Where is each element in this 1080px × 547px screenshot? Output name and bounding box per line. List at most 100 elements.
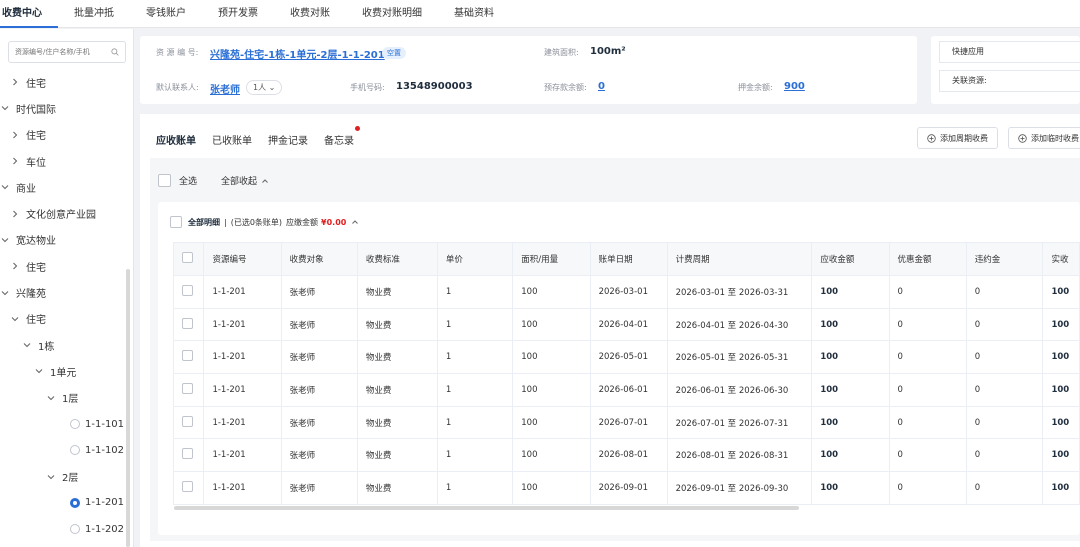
tree-item[interactable]: 2层 [0, 463, 128, 489]
table-row[interactable]: 1-1-201 张老师 物业费 1 100 2026-09-01 2026-09-01 至 … [172, 471, 1080, 505]
tree-item[interactable]: 1栋 [0, 332, 128, 358]
tree-item[interactable]: 1单元 [0, 358, 128, 384]
tree-item[interactable]: 1-1-201 [0, 490, 128, 516]
nav-tab-basic-data[interactable]: 基础资料 [438, 0, 510, 28]
column-header: 违约金 [965, 242, 1044, 276]
nav-tab-billing-center[interactable]: 收费中心 [0, 0, 58, 28]
header-checkbox[interactable] [182, 252, 193, 263]
tree-item[interactable]: 车位 [0, 148, 128, 174]
tree-item[interactable]: 兴隆苑 [0, 279, 128, 305]
radio-icon[interactable] [70, 419, 80, 429]
table-cell: 1 [436, 471, 514, 505]
deposit-link[interactable]: 900 [784, 81, 805, 92]
nav-tab-batch-offset[interactable]: 批量冲抵 [58, 0, 130, 28]
tree-item[interactable]: 商业 [0, 174, 128, 200]
tree-item[interactable]: 1-1-202 [0, 516, 128, 542]
tree-item[interactable]: 住宅 [0, 306, 128, 332]
table-cell: 100 [811, 307, 890, 342]
nav-tab-change-account[interactable]: 零钱账户 [130, 0, 202, 28]
add-temp-fee-button[interactable]: 添加临时收费 [1008, 127, 1080, 149]
collapse-all-button[interactable]: 全部收起 [221, 174, 257, 187]
chevron-down-icon[interactable] [0, 235, 10, 245]
contact-link[interactable]: 张老师 [210, 81, 240, 96]
add-periodic-fee-button[interactable]: 添加周期收费 [917, 127, 998, 149]
chevron-down-icon[interactable] [46, 393, 56, 403]
table-cell: 0 [965, 275, 1044, 309]
radio-icon[interactable] [70, 445, 80, 456]
radio-selected-icon[interactable] [70, 497, 80, 508]
tree-item[interactable]: 住宅 [0, 253, 128, 279]
table-row[interactable]: 1-1-201 张老师 物业费 1 100 2026-08-01 2026-08-01 至 … [172, 438, 1080, 473]
prepaid-link[interactable]: 0 [598, 81, 605, 92]
chevron-up-icon[interactable] [261, 177, 269, 185]
prepaid-label: 预存款余额: [544, 83, 587, 92]
chevron-right-icon[interactable] [10, 77, 20, 87]
table-horizontal-scrollbar[interactable] [174, 506, 799, 510]
chevron-down-icon[interactable] [0, 182, 10, 192]
tree-item[interactable]: 1层 [0, 385, 128, 411]
radio-icon[interactable] [70, 524, 80, 535]
row-checkbox[interactable] [182, 415, 193, 427]
row-checkbox[interactable] [182, 382, 193, 394]
table-cell: 100 [1042, 405, 1080, 440]
tree-item[interactable]: 住宅 [0, 122, 128, 148]
row-checkbox[interactable] [182, 284, 193, 296]
nav-tab-reconciliation[interactable]: 收费对账 [274, 0, 346, 28]
tab-received[interactable]: 已收账单 [212, 132, 252, 147]
table-cell: 2026-06-01 [589, 373, 668, 407]
detail-select-checkbox[interactable] [170, 216, 182, 228]
chevron-right-icon[interactable] [10, 261, 20, 271]
row-checkbox[interactable] [182, 448, 193, 460]
row-checkbox[interactable] [182, 317, 193, 329]
table-cell: 张老师 [280, 307, 358, 342]
table-row[interactable]: 1-1-201 张老师 物业费 1 100 2026-03-01 2026-03-01 至 … [172, 275, 1080, 309]
chevron-down-icon[interactable] [46, 472, 56, 482]
table-cell: 物业费 [356, 471, 438, 505]
tree-item[interactable]: 时代国际 [0, 95, 128, 121]
tree-item[interactable]: 1-1-102 [0, 437, 128, 463]
table-cell: 100 [1042, 340, 1080, 375]
table-row[interactable]: 1-1-201 张老师 物业费 1 100 2026-06-01 2026-06-01 至 … [172, 373, 1080, 407]
row-checkbox-cell [172, 471, 205, 505]
chevron-down-icon[interactable] [22, 340, 32, 350]
related-resources[interactable]: 关联资源: [939, 70, 1080, 92]
column-header: 优惠金额 [888, 242, 967, 276]
chevron-right-icon[interactable] [10, 130, 20, 140]
nav-tab-reconciliation-detail[interactable]: 收费对账明细 [346, 0, 438, 28]
tree-item[interactable]: 文化创意产业园 [0, 200, 128, 226]
table-cell: 1 [436, 307, 514, 342]
list-toolbar: 全选 全部收起 [158, 174, 269, 187]
tree-item-label: 1单元 [50, 367, 77, 379]
chevron-down-icon[interactable] [10, 314, 20, 324]
resource-link[interactable]: 兴隆苑-住宅-1栋-1单元-2层-1-1-201 [210, 46, 385, 61]
chevron-down-icon[interactable] [34, 366, 44, 376]
row-checkbox[interactable] [182, 350, 193, 362]
chevron-up-icon[interactable] [351, 218, 359, 226]
table-row[interactable]: 1-1-201 张老师 物业费 1 100 2026-04-01 2026-04-01 至 … [172, 307, 1080, 342]
chevron-down-icon[interactable] [0, 288, 10, 298]
chevron-right-icon[interactable] [10, 156, 20, 166]
row-checkbox[interactable] [182, 480, 193, 492]
tab-deposit[interactable]: 押金记录 [268, 132, 308, 147]
contact-count-dropdown[interactable]: 1人 ⌄ [246, 80, 283, 95]
table-row[interactable]: 1-1-201 张老师 物业费 1 100 2026-05-01 2026-05-01 至 … [172, 340, 1080, 375]
tree-item[interactable]: 宽达物业 [0, 227, 128, 253]
select-all-checkbox[interactable] [158, 174, 171, 187]
tree-item[interactable]: 住宅 [0, 69, 128, 95]
tree-item-label: 商业 [16, 183, 36, 195]
sidebar-scrollbar[interactable] [126, 269, 130, 547]
search-input[interactable] [15, 48, 109, 56]
quick-apps[interactable]: 快捷应用 [939, 41, 1080, 63]
chevron-right-icon[interactable] [10, 209, 20, 219]
nav-tab-pre-invoice[interactable]: 预开发票 [202, 0, 274, 28]
table-cell: 2026-03-01 至 2026-03-31 [666, 275, 813, 309]
tree-item[interactable]: 1-1-101 [0, 411, 128, 437]
search-icon[interactable] [111, 47, 119, 57]
chevron-down-icon[interactable] [0, 103, 10, 113]
tree-item-label: 1栋 [38, 341, 55, 353]
tab-receivable[interactable]: 应收账单 [156, 132, 196, 147]
column-header: 单价 [436, 242, 514, 276]
tab-memo[interactable]: 备忘录 [324, 126, 360, 147]
table-row[interactable]: 1-1-201 张老师 物业费 1 100 2026-07-01 2026-07-01 至 … [172, 405, 1080, 440]
table-cell: 张老师 [280, 340, 358, 375]
